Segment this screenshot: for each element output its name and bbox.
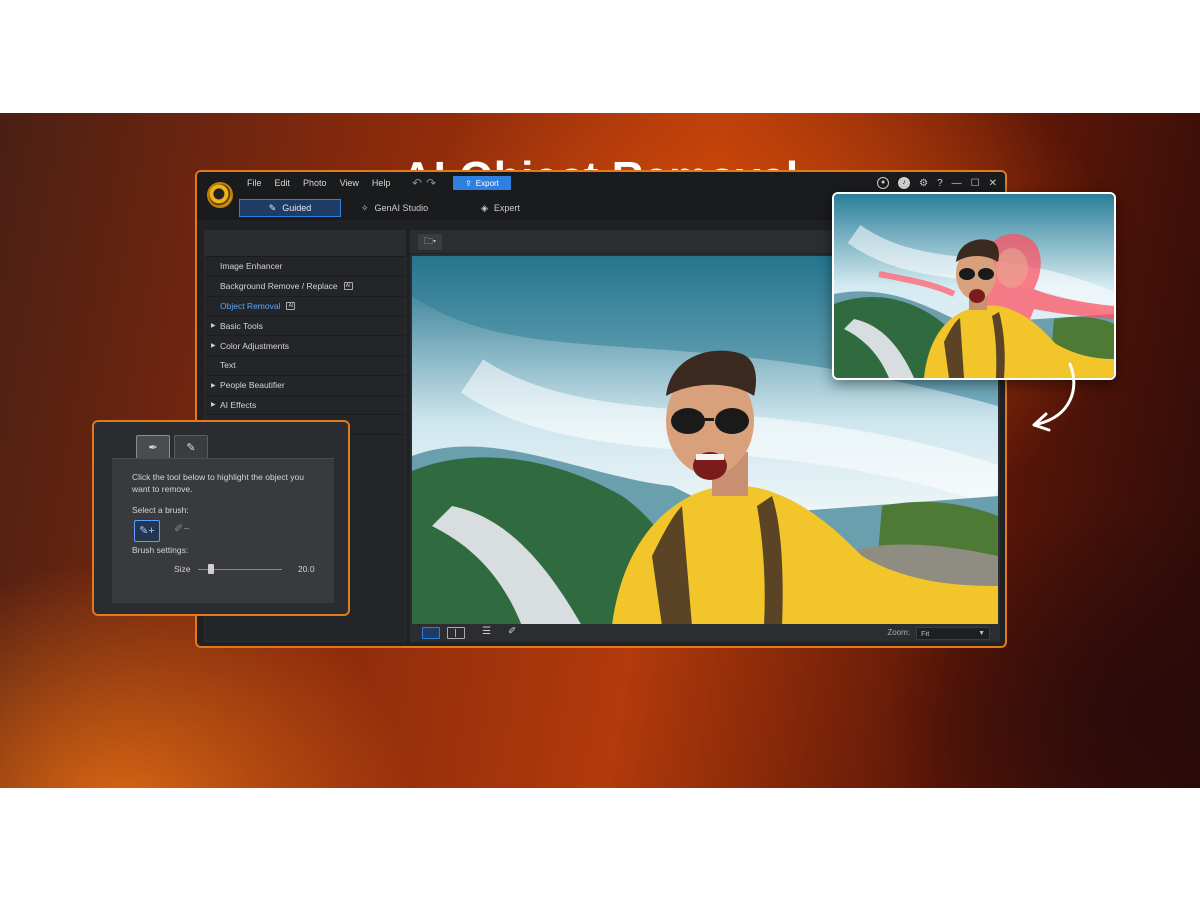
erase-brush-button[interactable]: ✐−	[174, 523, 190, 535]
settings-icon[interactable]: ⚙	[919, 178, 928, 189]
brush-panel-body: Click the tool below to highlight the ob…	[112, 459, 334, 603]
tab-expert-label: Expert	[493, 203, 520, 213]
tool-item-label: Text	[220, 360, 236, 371]
undo-icon[interactable]: ↶	[412, 176, 426, 190]
export-icon: ⇪	[465, 178, 472, 188]
tab-genai-label: GenAI Studio	[374, 203, 429, 213]
caret-right-icon: ▶	[211, 343, 216, 350]
minimize-icon[interactable]: —	[952, 178, 962, 189]
tab-expert[interactable]: ◈ Expert	[481, 199, 520, 217]
menu-bar: File Edit Photo View Help	[247, 178, 390, 188]
notification-icon[interactable]: ♪	[898, 177, 911, 189]
curved-arrow-icon	[1032, 362, 1076, 432]
tool-item-4[interactable]: ▶ Color Adjustments	[205, 336, 405, 356]
account-icon[interactable]: ●	[877, 177, 890, 189]
tab-guided-label: Guided	[282, 203, 312, 213]
layers-icon: ◈	[481, 202, 488, 213]
tool-item-label: Image Enhancer	[220, 261, 283, 272]
tab-manual-brush[interactable]: ✎	[174, 435, 208, 458]
brush-icon: ✒	[148, 441, 158, 454]
compare-view-button[interactable]	[447, 627, 465, 639]
tool-item-label: Basic Tools	[220, 320, 263, 331]
sparkle-icon: ✧	[361, 202, 369, 213]
single-view-button[interactable]	[422, 627, 440, 639]
brush-icon[interactable]: ✐	[508, 626, 516, 637]
canvas-status-bar: ☰ ✐ Zoom: Fit ▼	[410, 624, 1000, 642]
select-brush-label: Select a brush:	[132, 505, 189, 515]
menu-help[interactable]: Help	[372, 178, 391, 188]
tool-item-1[interactable]: Background Remove / Replace AI	[205, 277, 405, 297]
export-label: Export	[475, 178, 499, 188]
zoom-label: Zoom:	[887, 628, 910, 637]
brush-panel: ✒ ✎ Click the tool below to highlight th…	[92, 420, 350, 616]
brush-panel-tabs: ✒ ✎	[112, 435, 334, 459]
tool-item-label: Object Removal	[220, 300, 281, 311]
menu-edit[interactable]: Edit	[275, 178, 291, 188]
menu-view[interactable]: View	[340, 178, 359, 188]
tool-item-label: Color Adjustments	[220, 340, 289, 351]
layers-icon[interactable]: ☰	[482, 626, 491, 637]
ai-badge-icon: AI	[286, 301, 296, 310]
original-photo	[834, 194, 1114, 378]
tool-item-0[interactable]: Image Enhancer	[205, 257, 405, 277]
window-controls: ● ♪ ⚙ ? — ☐ ✕	[877, 177, 997, 189]
maximize-icon[interactable]: ☐	[971, 178, 980, 189]
tool-item-7[interactable]: ▶ AI Effects	[205, 396, 405, 416]
size-value: 20.0	[298, 564, 315, 574]
redo-icon[interactable]: ↷	[426, 176, 440, 190]
caret-right-icon: ▶	[211, 402, 216, 409]
before-image	[832, 192, 1116, 380]
tool-panel-header	[205, 231, 405, 257]
tool-item-label: AI Effects	[220, 399, 257, 410]
brush-options: ✎+ ✐−	[132, 520, 314, 544]
tab-smart-brush[interactable]: ✒	[136, 435, 170, 458]
help-icon[interactable]: ?	[937, 178, 943, 189]
size-label: Size	[174, 564, 191, 574]
close-icon[interactable]: ✕	[989, 178, 997, 189]
magic-wand-icon: ✎	[268, 202, 277, 213]
tool-item-label: Background Remove / Replace	[220, 281, 338, 292]
caret-right-icon: ▶	[211, 323, 216, 330]
brush-instruction: Click the tool below to highlight the ob…	[132, 472, 304, 494]
brush-settings-label: Brush settings:	[132, 545, 189, 555]
tool-item-6[interactable]: ▶ People Beautifier	[205, 376, 405, 396]
tool-item-2[interactable]: Object Removal AI	[205, 297, 405, 317]
size-slider-handle[interactable]	[207, 564, 214, 574]
chevron-down-icon: ▼	[978, 630, 985, 637]
tab-genai-studio[interactable]: ✧ GenAI Studio	[361, 199, 428, 217]
export-button[interactable]: ⇪ Export	[453, 176, 511, 190]
zoom-value: Fit	[921, 629, 930, 638]
tool-item-label: People Beautifier	[220, 380, 285, 391]
menu-photo[interactable]: Photo	[303, 178, 327, 188]
app-logo-icon	[207, 182, 233, 208]
tool-list: Image Enhancer Background Remove / Replac…	[205, 257, 405, 436]
eraser-icon: ✎	[186, 441, 196, 454]
zoom-select[interactable]: Fit ▼	[916, 627, 990, 640]
add-brush-button[interactable]: ✎+	[134, 520, 160, 542]
folder-icon[interactable]: 🗀▾	[418, 234, 442, 250]
tab-guided[interactable]: ✎ Guided	[239, 199, 341, 217]
caret-right-icon: ▶	[211, 382, 216, 389]
menu-file[interactable]: File	[247, 178, 262, 188]
tool-item-3[interactable]: ▶ Basic Tools	[205, 316, 405, 337]
size-row: Size 20.0	[132, 562, 315, 576]
tool-item-5[interactable]: Text	[205, 356, 405, 376]
undo-redo-group: ↶↷	[412, 176, 440, 190]
ai-badge-icon: AI	[343, 282, 353, 291]
